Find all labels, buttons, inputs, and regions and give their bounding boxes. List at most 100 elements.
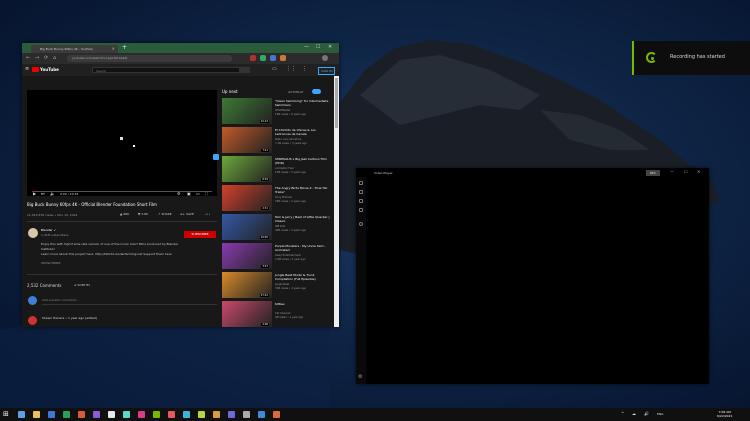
save-button[interactable]: ≡+ SAVE — [180, 212, 194, 216]
language-indicator[interactable]: ENG — [657, 412, 663, 416]
tray-expand-icon[interactable]: ^ — [621, 411, 624, 416]
recommendation-title[interactable]: Tom & Jerry | Best of Little Quacker | C… — [275, 215, 330, 223]
taskbar-app-icon[interactable] — [243, 411, 250, 418]
recommendation-item[interactable]: 8:39 SHREKGUS x Big Jazz Cartoon Film (HD… — [222, 156, 332, 182]
show-more-button[interactable]: SHOW MORE — [41, 261, 60, 265]
user-icon[interactable] — [359, 222, 363, 226]
extension-icon[interactable] — [260, 55, 266, 61]
browser-tab[interactable]: Big Buck Bunny 60fps 4K - YouTube × — [31, 45, 118, 53]
settings-icon[interactable]: ⚙ — [177, 191, 181, 196]
clock[interactable]: 7:08 AM 6/22/2021 — [717, 410, 732, 418]
volume-icon[interactable]: 🔈 — [50, 191, 55, 196]
new-tab-button[interactable]: + — [122, 44, 127, 51]
taskbar-app-icon[interactable] — [168, 411, 175, 418]
miniplayer-icon[interactable]: ▣ — [187, 191, 191, 196]
recommendation-title[interactable]: Purple Monsters - My Uncle Sam - Animate… — [275, 244, 330, 252]
search-button[interactable] — [240, 67, 250, 73]
maximize-button[interactable]: ☐ — [684, 169, 688, 174]
taskbar-app-icon[interactable] — [48, 411, 55, 418]
cloud-icon[interactable]: ☁ — [632, 411, 636, 416]
create-video-icon[interactable]: ▭ — [272, 66, 277, 72]
commenter-avatar[interactable] — [28, 316, 37, 325]
taskbar-app-icon[interactable] — [183, 411, 190, 418]
minimize-button[interactable]: — — [670, 169, 674, 174]
start-button[interactable]: ⊞ — [3, 411, 9, 418]
apps-icon[interactable]: ⋮⋮ — [286, 66, 296, 72]
scrollbar[interactable] — [334, 76, 339, 327]
extension-icon[interactable] — [280, 55, 286, 61]
playlist-icon[interactable] — [359, 208, 363, 212]
play-icon[interactable]: ▶ — [33, 191, 36, 196]
recommendation-title[interactable]: "Clean Swimming" for Intermediate Swimme… — [275, 99, 330, 107]
recommendation-item[interactable]: 10:05 Tom & Jerry | Best of Little Quacke… — [222, 214, 332, 240]
close-tab-icon[interactable]: × — [112, 46, 115, 51]
taskbar-app-icon[interactable] — [213, 411, 220, 418]
more-actions-button[interactable]: ••• — [205, 212, 210, 216]
back-icon[interactable]: ← — [26, 55, 30, 61]
extension-icon[interactable] — [270, 55, 276, 61]
recommendation-item[interactable]: 2:08 Kitties Cat Channel 4M views • 1 year … — [222, 301, 332, 327]
taskbar-app-icon[interactable] — [228, 411, 235, 418]
recommendation-title[interactable]: Kitties — [275, 302, 330, 306]
taskbar-app-icon[interactable] — [198, 411, 205, 418]
recommendation-item[interactable]: 10:14 "Clean Swimming" for Intermediate S… — [222, 98, 332, 124]
recommendation-duration: 2:08 — [261, 323, 269, 326]
close-window-button[interactable]: ✕ — [328, 44, 332, 50]
next-icon[interactable]: ⏭ — [41, 191, 45, 196]
profile-icon[interactable] — [322, 55, 328, 61]
extension-icon[interactable] — [250, 55, 256, 61]
fullscreen-icon[interactable]: ⛶ — [205, 191, 208, 196]
url-bar[interactable]: youtube.com/watch?v=aqz-KE-bpKQ — [67, 55, 232, 62]
info-icon[interactable] — [213, 154, 219, 160]
add-comment-input[interactable]: Add a public comment... — [42, 298, 79, 302]
reload-icon[interactable]: ⟳ — [44, 55, 48, 61]
folder-icon[interactable] — [359, 181, 363, 185]
taskbar-app-icon[interactable] — [93, 411, 100, 418]
taskbar-app-icon[interactable] — [258, 411, 265, 418]
sort-by-button[interactable]: ≡ SORT BY — [74, 283, 90, 287]
taskbar-app-icon[interactable] — [33, 411, 40, 418]
taskbar-app-icon[interactable] — [108, 411, 115, 418]
autoplay-toggle[interactable] — [312, 89, 321, 94]
video-meta: 11,023,876 views • Nov 10, 2014 — [27, 213, 78, 217]
settings-dots-icon[interactable]: ⋮ — [302, 66, 307, 72]
channel-name[interactable]: Blender ✓ — [41, 228, 56, 232]
search-input[interactable]: Search — [92, 67, 240, 73]
taskbar-app-icon[interactable] — [18, 411, 25, 418]
maximize-button[interactable]: ☐ — [316, 44, 320, 50]
taskbar-app-icon[interactable] — [138, 411, 145, 418]
recommendation-title[interactable]: El Chichito de Chicas & Los Ladronnes de… — [275, 128, 330, 136]
close-window-button[interactable]: ✕ — [697, 169, 700, 174]
taskbar-app-icon[interactable] — [123, 411, 130, 418]
video-icon[interactable] — [359, 190, 363, 194]
record-button[interactable]: REC — [646, 170, 660, 176]
taskbar-app-icon[interactable] — [273, 411, 280, 418]
volume-icon[interactable]: 🔊 — [644, 411, 649, 416]
progress-bar[interactable] — [32, 191, 212, 192]
recommendation-item[interactable]: 7:21 El Chichito de Chicas & Los Ladronne… — [222, 127, 332, 153]
video-player[interactable]: ▶ ⏭ 🔈 0:00 / 10:34 ⚙ ▣ ▭ ⛶ — [27, 90, 219, 196]
settings-icon[interactable]: ⚙ — [358, 374, 362, 380]
like-button[interactable]: ▲ 96K — [120, 212, 129, 216]
menu-icon[interactable]: ≡ — [25, 66, 29, 72]
recommendation-item[interactable]: 2:31 The Angry Birds Movie 2 - Final 'No … — [222, 185, 332, 211]
recommendation-title[interactable]: Jungle Beat Munki & Trunk Compilation (F… — [275, 273, 330, 281]
minimize-button[interactable]: — — [304, 44, 309, 50]
subscribe-button[interactable]: SUBSCRIBE — [184, 231, 216, 238]
taskbar-app-icon[interactable] — [153, 411, 160, 418]
forward-icon[interactable]: → — [35, 55, 39, 61]
taskbar-app-icon[interactable] — [78, 411, 85, 418]
youtube-logo[interactable]: YouTube — [32, 67, 59, 72]
channel-avatar[interactable] — [28, 228, 38, 238]
recommendation-item[interactable]: 3:23 Purple Monsters - My Uncle Sam - Ani… — [222, 243, 332, 269]
sign-in-button[interactable]: SIGN IN — [318, 67, 336, 75]
recommendation-title[interactable]: SHREKGUS x Big Jazz Cartoon Film (HDR) — [275, 157, 330, 165]
recommendation-title[interactable]: The Angry Birds Movie 2 - Final 'No Trai… — [275, 186, 330, 194]
share-button[interactable]: ↗ SHARE — [158, 212, 172, 216]
home-icon[interactable]: ⌂ — [53, 55, 56, 61]
music-icon[interactable] — [359, 199, 363, 203]
taskbar-app-icon[interactable] — [63, 411, 70, 418]
theater-icon[interactable]: ▭ — [196, 191, 200, 196]
dislike-button[interactable]: ▼ 3.6K — [138, 212, 148, 216]
recommendation-item[interactable]: 47:42 Jungle Beat Munki & Trunk Compilati… — [222, 272, 332, 298]
